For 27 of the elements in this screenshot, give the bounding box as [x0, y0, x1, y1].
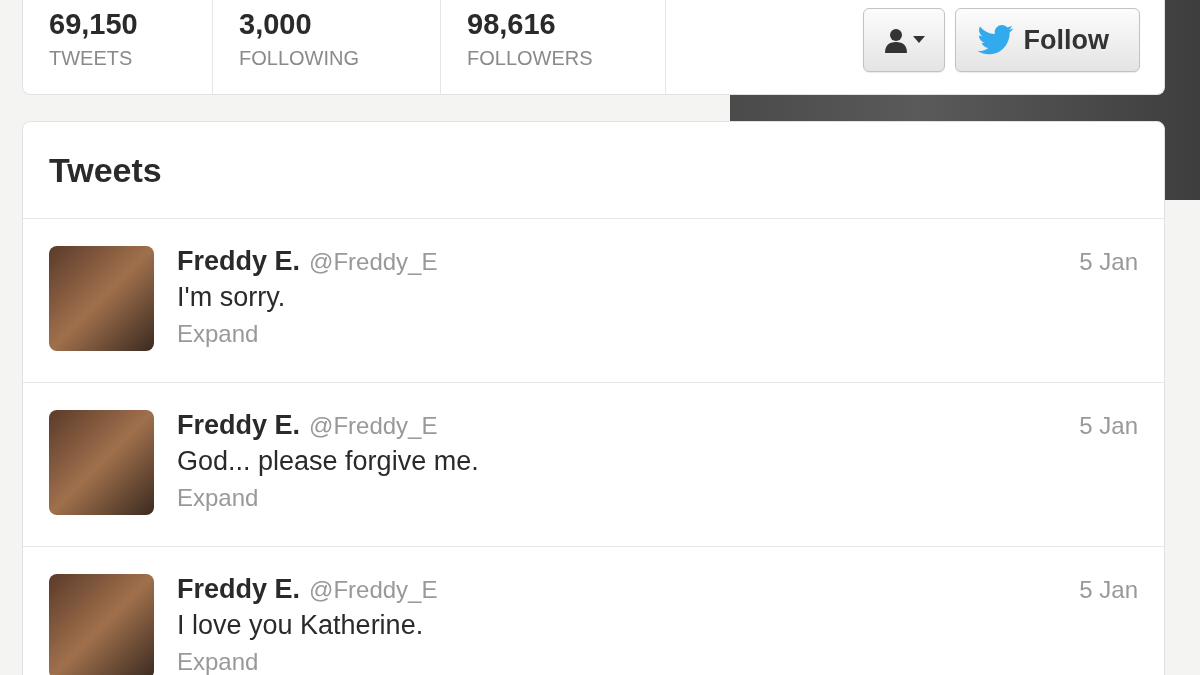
follow-button[interactable]: Follow — [954, 8, 1140, 72]
tweet-text: God... please forgive me. — [177, 446, 480, 477]
author-handle: @Freddy_E — [309, 412, 438, 440]
tweet-date: 5 Jan — [1079, 248, 1138, 276]
stat-label: FOLLOWERS — [467, 47, 593, 70]
tweets-heading: Tweets — [49, 150, 162, 190]
author-handle: @Freddy_E — [309, 248, 438, 276]
expand-link[interactable]: Expand — [177, 320, 259, 348]
stat-label: FOLLOWING — [239, 47, 359, 70]
person-icon — [882, 27, 909, 53]
expand-link[interactable]: Expand — [177, 648, 259, 675]
tweet-text: I love you Katherine. — [177, 610, 425, 641]
author-name: Freddy E. — [177, 574, 301, 605]
tweet-date: 5 Jan — [1079, 576, 1138, 604]
stat-value: 98,616 — [467, 8, 556, 41]
expand-link[interactable]: Expand — [177, 484, 259, 512]
tweet-text: I'm sorry. — [177, 282, 287, 313]
stat-value: 69,150 — [49, 8, 138, 41]
user-actions-button[interactable] — [862, 8, 945, 72]
author-name: Freddy E. — [177, 246, 301, 277]
author-name: Freddy E. — [177, 410, 301, 441]
author-handle: @Freddy_E — [309, 576, 438, 604]
caret-icon — [912, 36, 925, 44]
tweet-date: 5 Jan — [1079, 412, 1138, 440]
stat-label: TWEETS — [49, 47, 133, 70]
bird-icon — [977, 25, 1014, 55]
stat-value: 3,000 — [239, 8, 312, 41]
